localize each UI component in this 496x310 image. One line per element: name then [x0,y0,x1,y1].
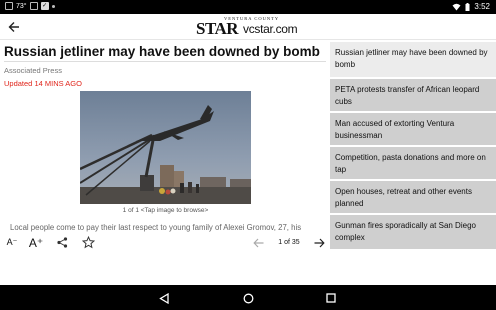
story-list-item[interactable]: Man accused of extorting Ventura busines… [330,113,496,147]
clock: 3:52 [474,2,490,11]
story-list-item[interactable]: Russian jetliner may have been downed by… [330,42,496,79]
nav-recents-button[interactable] [323,290,339,306]
more-notifications-icon [51,4,55,8]
article-pane: Russian jetliner may have been downed by… [0,40,330,234]
article-updated: Updated 14 MINS AGO [4,79,82,88]
story-list-item[interactable]: Open houses, retreat and other events pl… [330,181,496,215]
previous-article-button[interactable] [250,234,266,251]
share-button[interactable] [54,234,70,251]
logo-star: STAR [196,19,239,38]
back-button[interactable] [4,17,24,37]
nav-home-icon [243,293,253,303]
story-list: Russian jetliner may have been downed by… [330,42,496,253]
article-body: Local people come to pay their last resp… [10,223,302,232]
vcstar-logo: VENTURA COUNTY STAR vcstar.com [196,16,302,38]
story-list-item[interactable]: Competition, pasta donations and more on… [330,147,496,181]
article-source: Associated Press [4,66,62,75]
image-notification-icon [29,2,38,10]
arrow-left-icon [252,238,263,247]
decrease-font-button[interactable]: A⁻ [4,234,20,251]
status-bar-right: 3:52 [452,2,490,11]
favorite-button[interactable] [79,234,97,251]
arrow-back-icon [8,22,19,32]
notification-icon [5,2,13,10]
story-list-item[interactable]: PETA protests transfer of African leopar… [330,79,496,113]
photo-caption: 1 of 1 <Tap image to browse> [122,207,209,214]
system-nav-bar [0,285,496,310]
nav-home-button[interactable] [240,290,256,306]
status-bar: 73° ✓ 3:52 [0,0,496,14]
jet-monument-image [80,91,251,204]
headline-divider [4,61,326,62]
article-headline: Russian jetliner may have been downed by… [4,44,320,59]
logo-site: vcstar.com [243,22,298,36]
nav-back-icon [159,292,169,304]
wifi-icon [452,3,461,10]
nav-recents-icon [326,293,336,303]
arrow-right-icon [314,238,325,247]
status-bar-left: 73° ✓ [5,2,55,10]
article-photo[interactable] [80,91,251,204]
next-article-button[interactable] [311,234,327,251]
temperature-label: 73° [16,2,27,10]
article-pager: 1 of 35 [278,239,300,246]
app-bar: VENTURA COUNTY STAR vcstar.com [0,14,496,40]
check-notification-icon: ✓ [40,2,49,10]
battery-icon [465,2,470,11]
article-toolbar: A⁻ A⁺ 1 of 35 [0,234,330,251]
increase-font-button[interactable]: A⁺ [28,234,44,251]
share-icon [56,237,67,248]
story-list-item[interactable]: Gunman fires sporadically at San Diego c… [330,215,496,251]
star-outline-icon [81,236,95,249]
nav-back-button[interactable] [156,290,172,306]
